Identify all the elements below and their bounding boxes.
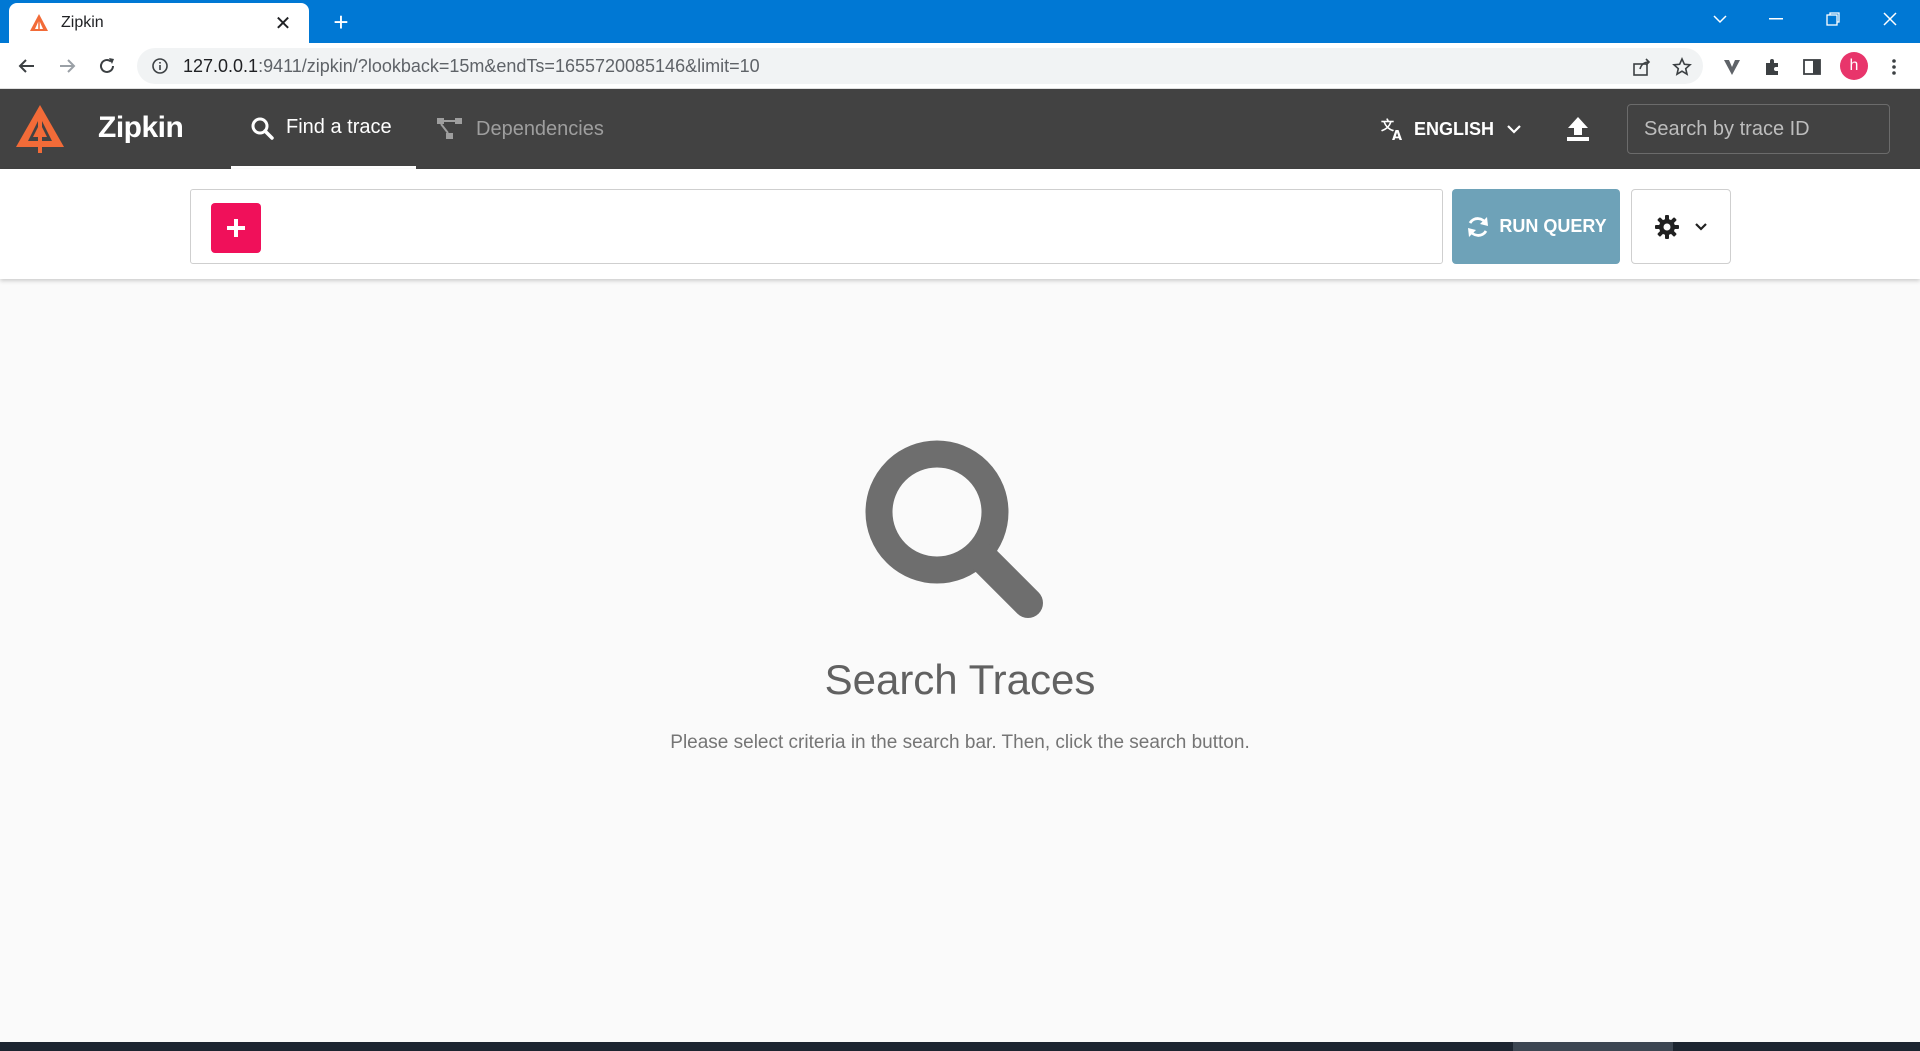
- back-arrow-icon[interactable]: [11, 50, 43, 82]
- run-query-button[interactable]: RUN QUERY: [1452, 189, 1620, 264]
- close-window-icon[interactable]: [1862, 0, 1918, 38]
- refresh-icon: [1468, 216, 1489, 237]
- tab-search-icon[interactable]: [1692, 0, 1748, 38]
- tab-close-icon[interactable]: ✕: [271, 11, 295, 36]
- empty-state: Search Traces Please select criteria in …: [0, 440, 1920, 754]
- new-tab-icon[interactable]: +: [326, 8, 356, 38]
- zipkin-logo-icon[interactable]: [14, 103, 66, 155]
- add-criteria-button[interactable]: [211, 203, 261, 253]
- extensions-puzzle-icon[interactable]: [1760, 55, 1784, 79]
- site-info-icon[interactable]: [151, 57, 169, 75]
- chevron-down-icon: [1507, 125, 1521, 134]
- upload-icon[interactable]: [1564, 115, 1592, 143]
- browser-toolbar: 127.0.0.1:9411/zipkin/?lookback=15m&endT…: [0, 43, 1920, 89]
- svg-text:A: A: [1392, 129, 1402, 142]
- share-icon[interactable]: [1630, 55, 1654, 79]
- url-path: :9411/zipkin/?lookback=15m&endTs=1655720…: [258, 55, 760, 76]
- run-query-label: RUN QUERY: [1499, 216, 1607, 236]
- address-bar[interactable]: 127.0.0.1:9411/zipkin/?lookback=15m&endT…: [137, 48, 1703, 84]
- extension-v-icon[interactable]: [1720, 55, 1744, 79]
- bookmark-star-icon[interactable]: [1670, 55, 1694, 79]
- forward-arrow-icon[interactable]: [51, 50, 83, 82]
- side-panel-icon[interactable]: [1800, 55, 1824, 79]
- url-host: 127.0.0.1: [183, 55, 259, 76]
- nav-find-trace-label: Find a trace: [286, 116, 392, 138]
- app-header: Zipkin Find a trace Dependencies 文 A ENG…: [0, 89, 1920, 169]
- tab-title: Zipkin: [61, 14, 104, 31]
- url-text: 127.0.0.1:9411/zipkin/?lookback=15m&endT…: [183, 56, 760, 77]
- taskbar-strip: [0, 1042, 1920, 1051]
- restore-icon[interactable]: [1805, 0, 1861, 38]
- profile-avatar[interactable]: h: [1840, 52, 1868, 80]
- taskbar-thumb: [1513, 1042, 1673, 1051]
- language-selector[interactable]: 文 A ENGLISH: [1380, 113, 1522, 145]
- browser-menu-icon[interactable]: [1882, 55, 1906, 79]
- zipkin-favicon-icon: [30, 14, 48, 31]
- search-icon: [251, 117, 274, 140]
- settings-dropdown-button[interactable]: [1631, 189, 1731, 264]
- chevron-down-icon: [1695, 223, 1707, 231]
- trace-id-search-input[interactable]: [1627, 104, 1890, 154]
- plus-icon: [227, 219, 245, 237]
- browser-tabstrip: Zipkin ✕ +: [0, 0, 1920, 43]
- dependencies-graph-icon: [437, 118, 462, 139]
- app-brand[interactable]: Zipkin: [98, 111, 184, 145]
- nav-dependencies[interactable]: Dependencies: [436, 89, 604, 169]
- minimize-icon[interactable]: [1748, 0, 1804, 38]
- empty-state-title: Search Traces: [824, 656, 1096, 703]
- reload-icon[interactable]: [91, 50, 123, 82]
- nav-find-trace[interactable]: Find a trace: [231, 89, 416, 169]
- translate-icon: 文 A: [1381, 118, 1402, 142]
- search-traces-icon: [865, 440, 1043, 618]
- browser-tab[interactable]: Zipkin ✕: [9, 3, 309, 43]
- nav-dependencies-label: Dependencies: [476, 117, 604, 140]
- search-criteria-box[interactable]: [190, 189, 1443, 264]
- language-label: ENGLISH: [1414, 118, 1495, 139]
- empty-state-description: Please select criteria in the search bar…: [670, 732, 1250, 753]
- query-bar: RUN QUERY: [0, 169, 1920, 279]
- gear-icon: [1655, 214, 1679, 239]
